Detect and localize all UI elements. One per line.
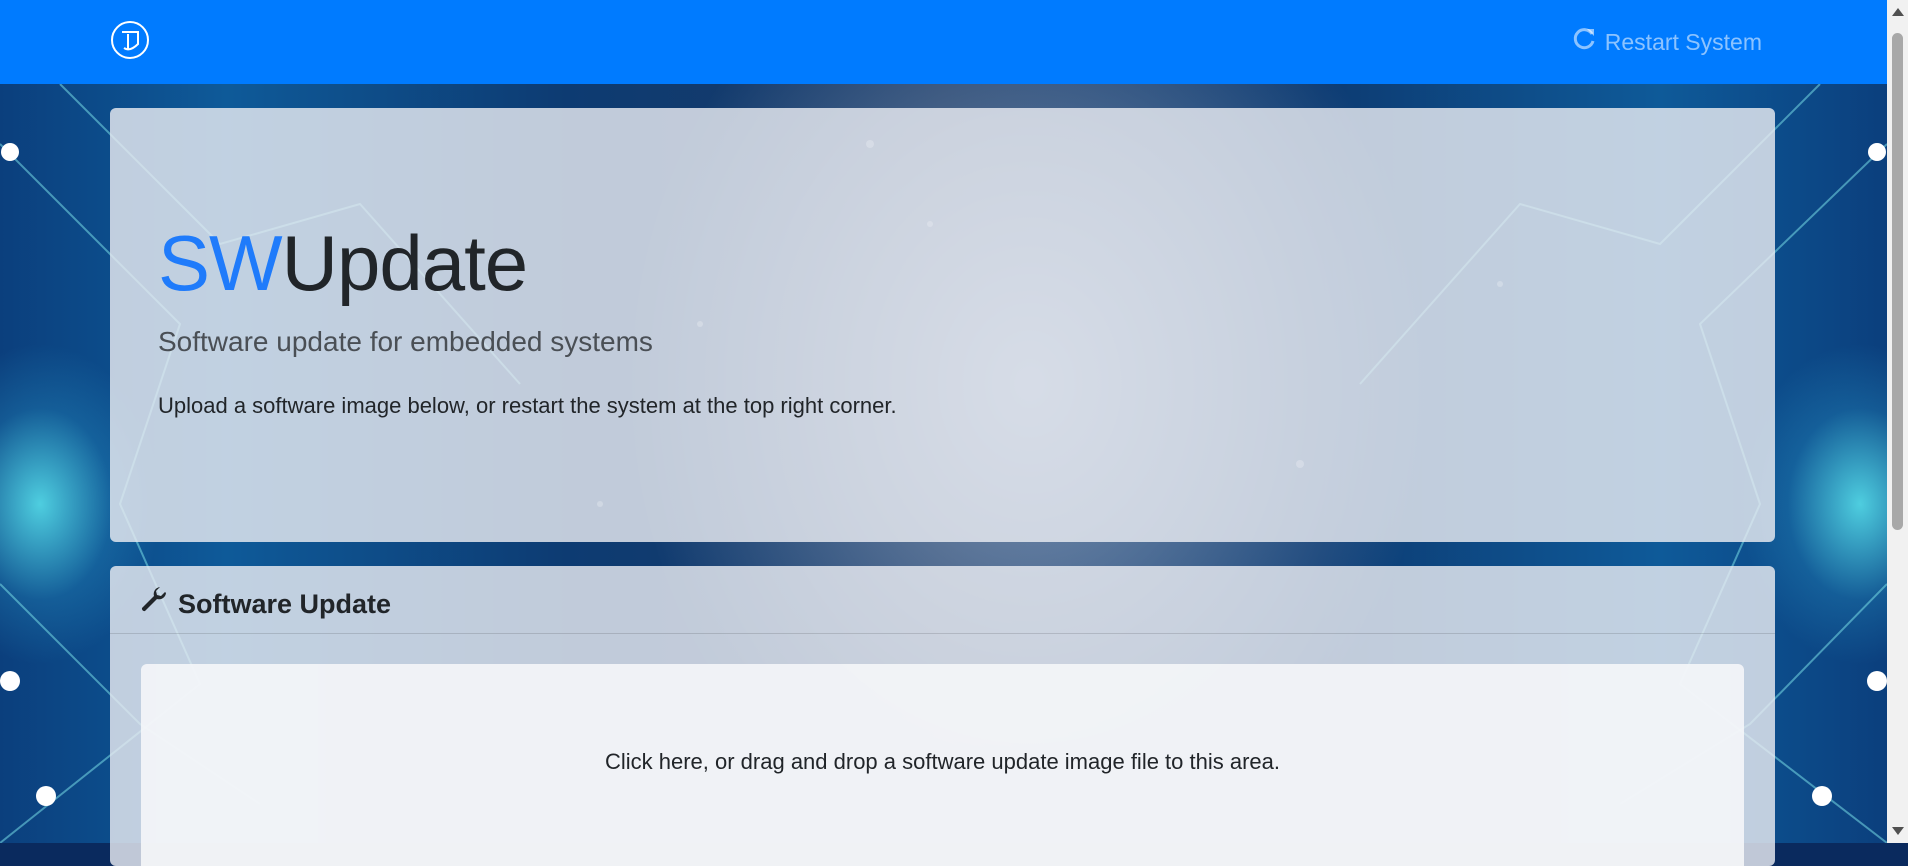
swupdate-logo-icon[interactable] <box>110 20 150 60</box>
brand-update: Update <box>281 219 529 307</box>
page-title: SWUpdate <box>158 218 529 309</box>
wrench-icon <box>140 586 170 623</box>
page-subtitle: Software update for embedded systems <box>158 326 653 357</box>
restart-system-label: Restart System <box>1604 28 1762 55</box>
card-title: Software Update <box>140 586 391 623</box>
upload-dropzone[interactable]: Click here, or drag and drop a software … <box>141 664 1744 866</box>
dropzone-text: Click here, or drag and drop a software … <box>604 749 1281 774</box>
restart-system-button[interactable]: Restart System <box>1571 27 1762 57</box>
scroll-down-arrow-icon[interactable] <box>1892 827 1904 835</box>
top-navbar: Restart System <box>0 0 1887 84</box>
refresh-icon <box>1571 26 1597 58</box>
brand-sw: SW <box>158 219 283 307</box>
scroll-up-arrow-icon[interactable] <box>1892 8 1904 16</box>
software-update-card: Software Update Click here, or drag and … <box>110 566 1775 866</box>
card-title-label: Software Update <box>178 589 392 619</box>
card-header: Software Update <box>110 566 1775 634</box>
page-description: Upload a software image below, or restar… <box>158 393 897 418</box>
jumbotron: SWUpdate Software update for embedded sy… <box>110 108 1775 542</box>
page-scrollbar[interactable] <box>1887 0 1908 843</box>
scrollbar-thumb[interactable] <box>1892 33 1903 530</box>
